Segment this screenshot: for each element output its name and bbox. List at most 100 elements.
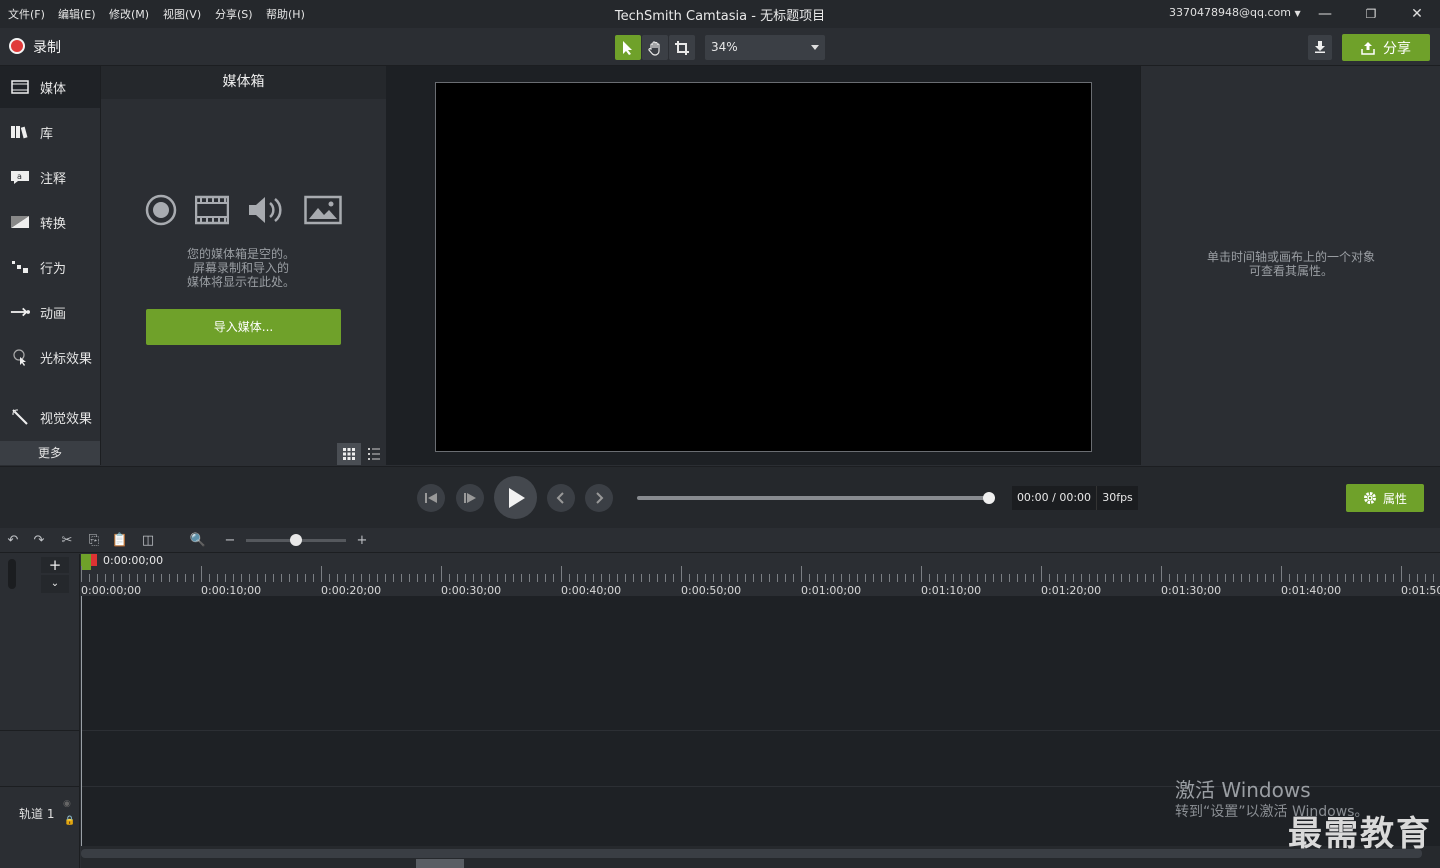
record-media-icon <box>145 194 177 226</box>
properties-panel: 单击时间轴或画布上的一个对象 可查看其属性。 <box>1140 66 1440 465</box>
empty-line: 您的媒体箱是空的。 <box>186 247 295 261</box>
import-media-button[interactable]: 导入媒体... <box>146 309 341 345</box>
activate-windows-title: 激活 Windows <box>1175 778 1311 802</box>
restore-button[interactable]: ❐ <box>1351 2 1391 26</box>
play-icon <box>508 487 525 508</box>
grid-view-icon <box>343 448 355 460</box>
nav-label: 动画 <box>40 306 67 322</box>
visual-effect-icon <box>10 409 30 425</box>
more-button[interactable]: 更多 <box>0 441 100 465</box>
empty-line: 可查看其属性。 <box>1248 264 1333 278</box>
nav-label: 注释 <box>40 171 67 187</box>
crop-tool-button[interactable] <box>669 35 695 60</box>
nav-item-animations[interactable]: 动画 <box>0 291 100 333</box>
main-toolbar: 录制 34% 分享 <box>0 28 1440 66</box>
nav-item-transitions[interactable]: 转换 <box>0 201 100 243</box>
eye-icon[interactable]: ◉ <box>63 799 71 809</box>
select-tool-button[interactable] <box>615 35 641 60</box>
list-view-button[interactable] <box>362 443 386 465</box>
nav-item-behaviors[interactable]: 行为 <box>0 246 100 288</box>
title-bar: 文件(F) 编辑(E) 修改(M) 视图(V) 分享(S) 帮助(H) Tech… <box>0 0 1440 28</box>
scrub-track[interactable] <box>637 496 989 500</box>
audio-media-icon <box>249 197 282 223</box>
nav-label: 行为 <box>40 261 67 277</box>
chevron-down-icon[interactable]: ⌄ <box>41 575 69 593</box>
chevron-down-icon: ▼ <box>1294 9 1301 18</box>
timecode: 00:00 / 00:00 <box>1012 486 1096 510</box>
previous-button[interactable] <box>547 484 575 512</box>
account-menu[interactable]: 3370478948@qq.com ▼ <box>1169 6 1301 19</box>
nav-item-media[interactable]: 媒体 <box>0 66 100 108</box>
copy-icon[interactable]: ⎘ <box>85 532 103 550</box>
annotation-icon: a <box>10 169 30 185</box>
next-button[interactable] <box>585 484 613 512</box>
lock-icon[interactable]: 🔒 <box>64 816 75 826</box>
brand-watermark: 最需教育 <box>1288 814 1432 854</box>
gear-icon <box>1363 492 1376 504</box>
properties-empty-message: 单击时间轴或画布上的一个对象 可查看其属性。 <box>1141 250 1440 278</box>
preview-canvas[interactable] <box>435 82 1092 452</box>
nav-item-annotations[interactable]: a 注释 <box>0 156 100 198</box>
scrollbar-track[interactable] <box>81 849 1422 858</box>
list-view-icon <box>368 448 380 460</box>
pan-icon <box>648 40 660 56</box>
video-media-icon <box>195 195 229 225</box>
step-forward-button[interactable] <box>456 484 484 512</box>
scrub-handle[interactable] <box>983 492 995 504</box>
record-icon <box>9 38 25 54</box>
ruler-ticks <box>81 566 1434 582</box>
properties-button[interactable]: 属性 <box>1346 484 1424 512</box>
empty-line: 媒体将显示在此处。 <box>186 275 295 289</box>
nav-label: 光标效果 <box>40 351 93 367</box>
step-back-button[interactable] <box>417 484 445 512</box>
track-height-slider[interactable] <box>8 559 16 589</box>
close-button[interactable]: ✕ <box>1397 2 1437 26</box>
share-button[interactable]: 分享 <box>1342 34 1430 61</box>
media-icon <box>10 79 30 95</box>
pan-tool-button[interactable] <box>642 35 668 60</box>
zoom-value: 34% <box>711 40 738 54</box>
timeline-ruler[interactable]: 0:00:00;00 0:00:00;00 0:00:10;00 0:00:20;0… <box>81 554 1440 597</box>
undo-icon[interactable]: ↶ <box>4 532 22 550</box>
playhead-line <box>81 596 82 846</box>
left-nav: 媒体 库 a 注释 转换 行为 动画 光标效果 视觉效果 <box>0 66 100 441</box>
track-divider <box>0 730 80 731</box>
zoom-out-icon[interactable]: − <box>221 532 239 550</box>
svg-text:a: a <box>17 172 22 181</box>
share-label: 分享 <box>1383 40 1411 57</box>
track-label[interactable]: 轨道 1 <box>19 805 54 822</box>
record-label: 录制 <box>33 40 61 56</box>
download-icon <box>1315 41 1325 53</box>
out-point-marker[interactable] <box>91 554 97 566</box>
nav-item-visual-effects[interactable]: 视觉效果 <box>0 396 100 438</box>
download-button[interactable] <box>1308 35 1332 60</box>
transition-icon <box>10 214 30 230</box>
nav-label: 库 <box>40 126 54 142</box>
grid-view-button[interactable] <box>337 443 361 465</box>
timeline-scrollbar[interactable] <box>81 846 1440 868</box>
add-track-button[interactable]: + <box>41 557 69 573</box>
step-forward-icon <box>464 493 476 503</box>
nav-label: 媒体 <box>40 81 67 97</box>
playback-bar: 00:00 / 00:00 30fps 属性 <box>0 466 1440 528</box>
media-bin-empty-message: 您的媒体箱是空的。 屏幕录制和导入的 媒体将显示在此处。 <box>131 247 351 289</box>
timeline-zoom-handle[interactable] <box>290 534 302 546</box>
play-button[interactable] <box>494 476 537 519</box>
paste-icon[interactable]: 📋 <box>111 532 129 550</box>
account-email: 3370478948@qq.com <box>1169 6 1291 19</box>
image-media-icon <box>304 195 342 225</box>
cut-icon[interactable]: ✂ <box>58 532 76 550</box>
nav-item-cursor-effects[interactable]: 光标效果 <box>0 336 100 378</box>
zoom-select[interactable]: 34% <box>705 35 825 60</box>
zoom-in-icon[interactable]: + <box>353 532 371 550</box>
zoom-search-icon[interactable]: 🔍 <box>189 532 207 550</box>
media-bin-panel: 媒体箱 您的媒体箱是空的。 屏幕录制和导入的 媒体将显示在此处。 导入媒体... <box>100 66 386 465</box>
redo-icon[interactable]: ↷ <box>30 532 48 550</box>
properties-label: 属性 <box>1382 491 1407 506</box>
scrollbar-thumb[interactable] <box>416 859 464 868</box>
split-icon[interactable]: ◫ <box>139 532 157 550</box>
minimize-button[interactable]: — <box>1305 2 1345 26</box>
cursor-effect-icon <box>10 349 30 366</box>
nav-item-library[interactable]: 库 <box>0 111 100 153</box>
select-icon <box>623 40 632 55</box>
